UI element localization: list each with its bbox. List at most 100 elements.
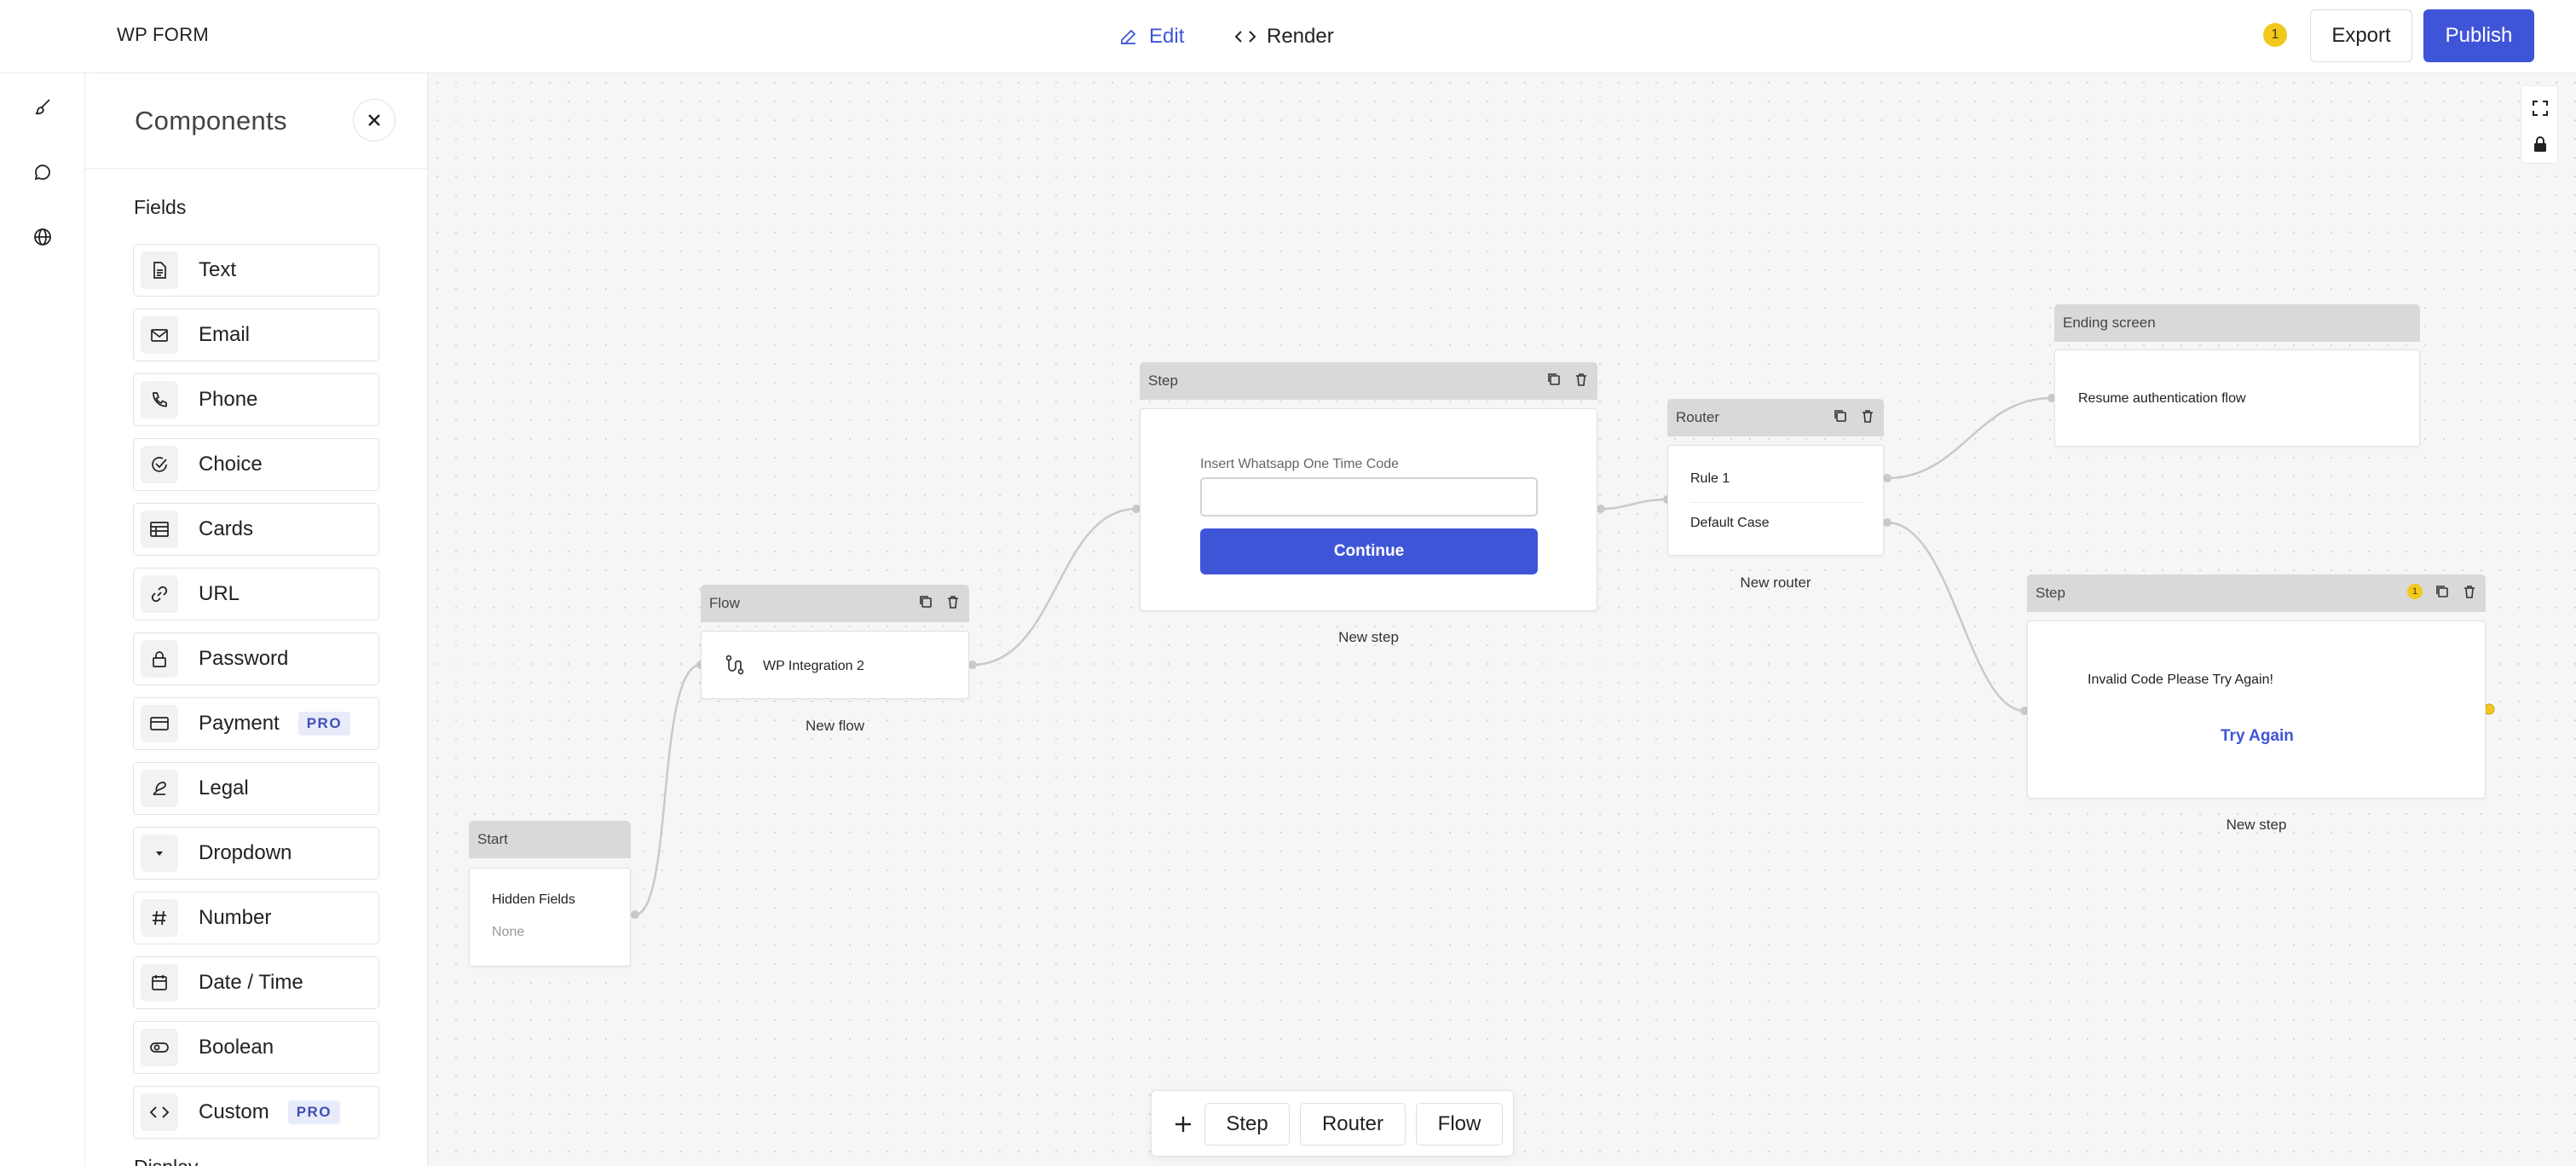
- add-step-button[interactable]: Step: [1204, 1103, 1290, 1146]
- caret-down-icon: [141, 834, 178, 872]
- component-password[interactable]: Password: [133, 632, 379, 685]
- component-label: Number: [199, 906, 272, 929]
- tab-render-label: Render: [1267, 25, 1334, 48]
- step-node[interactable]: Invalid Code Please Try Again! Try Again: [2027, 621, 2486, 799]
- component-label: URL: [199, 582, 240, 605]
- warning-badge[interactable]: 1: [2407, 584, 2423, 599]
- component-url[interactable]: URL: [133, 568, 379, 621]
- credit-card-icon: [141, 705, 178, 742]
- chat-bubble-icon[interactable]: [29, 159, 56, 186]
- link-icon: [141, 575, 178, 613]
- step-node-header[interactable]: Step: [1140, 362, 1597, 400]
- step-caption: New step: [1338, 629, 1399, 645]
- export-button[interactable]: Export: [2310, 9, 2412, 62]
- globe-icon[interactable]: [29, 223, 56, 251]
- ending-node[interactable]: Resume authentication flow: [2054, 349, 2420, 447]
- component-email[interactable]: Email: [133, 309, 379, 361]
- tab-edit-label: Edit: [1149, 25, 1185, 48]
- pro-badge: PRO: [297, 712, 351, 736]
- node-type-label: Flow: [709, 595, 740, 611]
- flow-caption: New flow: [806, 718, 864, 734]
- continue-button[interactable]: Continue: [1200, 528, 1538, 574]
- trash-icon[interactable]: [1574, 372, 1589, 387]
- notification-badge[interactable]: 1: [2263, 23, 2287, 47]
- component-phone[interactable]: Phone: [133, 373, 379, 426]
- router-rule[interactable]: Rule 1: [1690, 471, 1730, 487]
- pencil-icon: [1121, 29, 1136, 44]
- canvas-side-tools: [2521, 85, 2558, 164]
- trash-icon[interactable]: [2462, 584, 2477, 599]
- node-type-label: Step: [1148, 372, 1178, 389]
- try-again-link[interactable]: Try Again: [2221, 727, 2294, 746]
- lock-icon[interactable]: [2530, 134, 2550, 154]
- duplicate-icon[interactable]: [1833, 408, 1848, 424]
- integration-icon: [725, 655, 744, 675]
- close-panel-button[interactable]: [353, 99, 396, 141]
- trash-icon[interactable]: [1860, 408, 1875, 424]
- bottom-toolbar: Step Router Flow: [1151, 1090, 1514, 1157]
- node-type-label: Step: [2036, 585, 2065, 601]
- component-label: Email: [199, 323, 251, 346]
- tab-edit[interactable]: Edit: [1118, 19, 1184, 55]
- fields-section-label: Fields: [134, 196, 187, 218]
- signature-icon: [141, 770, 178, 807]
- step-node[interactable]: Insert Whatsapp One Time Code Continue: [1140, 408, 1597, 611]
- component-label: Cards: [199, 517, 254, 540]
- toggle-icon: [141, 1029, 178, 1066]
- add-node-button[interactable]: [1162, 1103, 1204, 1146]
- start-node-header[interactable]: Start: [469, 821, 631, 858]
- hidden-fields-value: None: [492, 925, 525, 939]
- component-label: Text: [199, 258, 237, 281]
- lock-icon: [141, 640, 178, 678]
- hash-icon: [141, 899, 178, 937]
- ending-node-header[interactable]: Ending screen: [2054, 304, 2420, 342]
- component-boolean[interactable]: Boolean: [133, 1021, 379, 1074]
- hidden-fields-title: Hidden Fields: [492, 892, 575, 907]
- duplicate-icon[interactable]: [918, 594, 933, 609]
- component-legal[interactable]: Legal: [133, 762, 379, 815]
- flow-node-header[interactable]: Flow: [701, 585, 969, 622]
- flow-node[interactable]: WP Integration 2: [701, 631, 969, 699]
- component-dropdown[interactable]: Dropdown: [133, 827, 379, 880]
- envelope-icon: [141, 316, 178, 354]
- check-circle-icon: [141, 446, 178, 483]
- component-label: Legal: [199, 776, 249, 799]
- step-node-header[interactable]: Step 1: [2027, 574, 2486, 612]
- code-icon: [1234, 31, 1256, 43]
- add-router-button[interactable]: Router: [1300, 1103, 1406, 1146]
- fullscreen-icon[interactable]: [2530, 98, 2550, 118]
- add-flow-button[interactable]: Flow: [1416, 1103, 1503, 1146]
- router-node-header[interactable]: Router: [1667, 399, 1884, 436]
- duplicate-icon[interactable]: [2434, 584, 2450, 599]
- component-payment[interactable]: Payment PRO: [133, 697, 379, 750]
- router-rule[interactable]: Default Case: [1690, 516, 1770, 531]
- component-label: Date / Time: [199, 971, 303, 994]
- otp-field-label: Insert Whatsapp One Time Code: [1200, 457, 1399, 471]
- publish-button[interactable]: Publish: [2423, 9, 2534, 62]
- otp-input[interactable]: [1200, 477, 1538, 517]
- router-node[interactable]: Rule 1 Default Case: [1667, 445, 1884, 556]
- component-text[interactable]: Text: [133, 244, 379, 297]
- plus-icon: [1175, 1117, 1191, 1132]
- component-choice[interactable]: Choice: [133, 438, 379, 491]
- table-icon: [141, 511, 178, 548]
- panel-header: Components: [85, 73, 427, 169]
- component-label: Phone: [199, 388, 258, 411]
- brush-icon[interactable]: [29, 93, 56, 120]
- component-date-time[interactable]: Date / Time: [133, 956, 379, 1009]
- left-rail: [0, 0, 85, 1166]
- component-number[interactable]: Number: [133, 892, 379, 944]
- step-text: Invalid Code Please Try Again!: [2088, 672, 2273, 687]
- duplicate-icon[interactable]: [1546, 372, 1562, 387]
- code-icon: [141, 1094, 178, 1131]
- rule-divider: [1690, 502, 1864, 503]
- calendar-icon: [141, 964, 178, 1001]
- trash-icon[interactable]: [945, 594, 961, 609]
- component-custom[interactable]: Custom PRO: [133, 1086, 379, 1139]
- tab-render[interactable]: Render: [1234, 19, 1334, 55]
- display-section-label: Display: [134, 1156, 198, 1166]
- node-type-label: Router: [1676, 409, 1720, 425]
- panel-title: Components: [135, 106, 287, 136]
- component-cards[interactable]: Cards: [133, 503, 379, 556]
- start-node[interactable]: Hidden Fields None: [469, 868, 631, 967]
